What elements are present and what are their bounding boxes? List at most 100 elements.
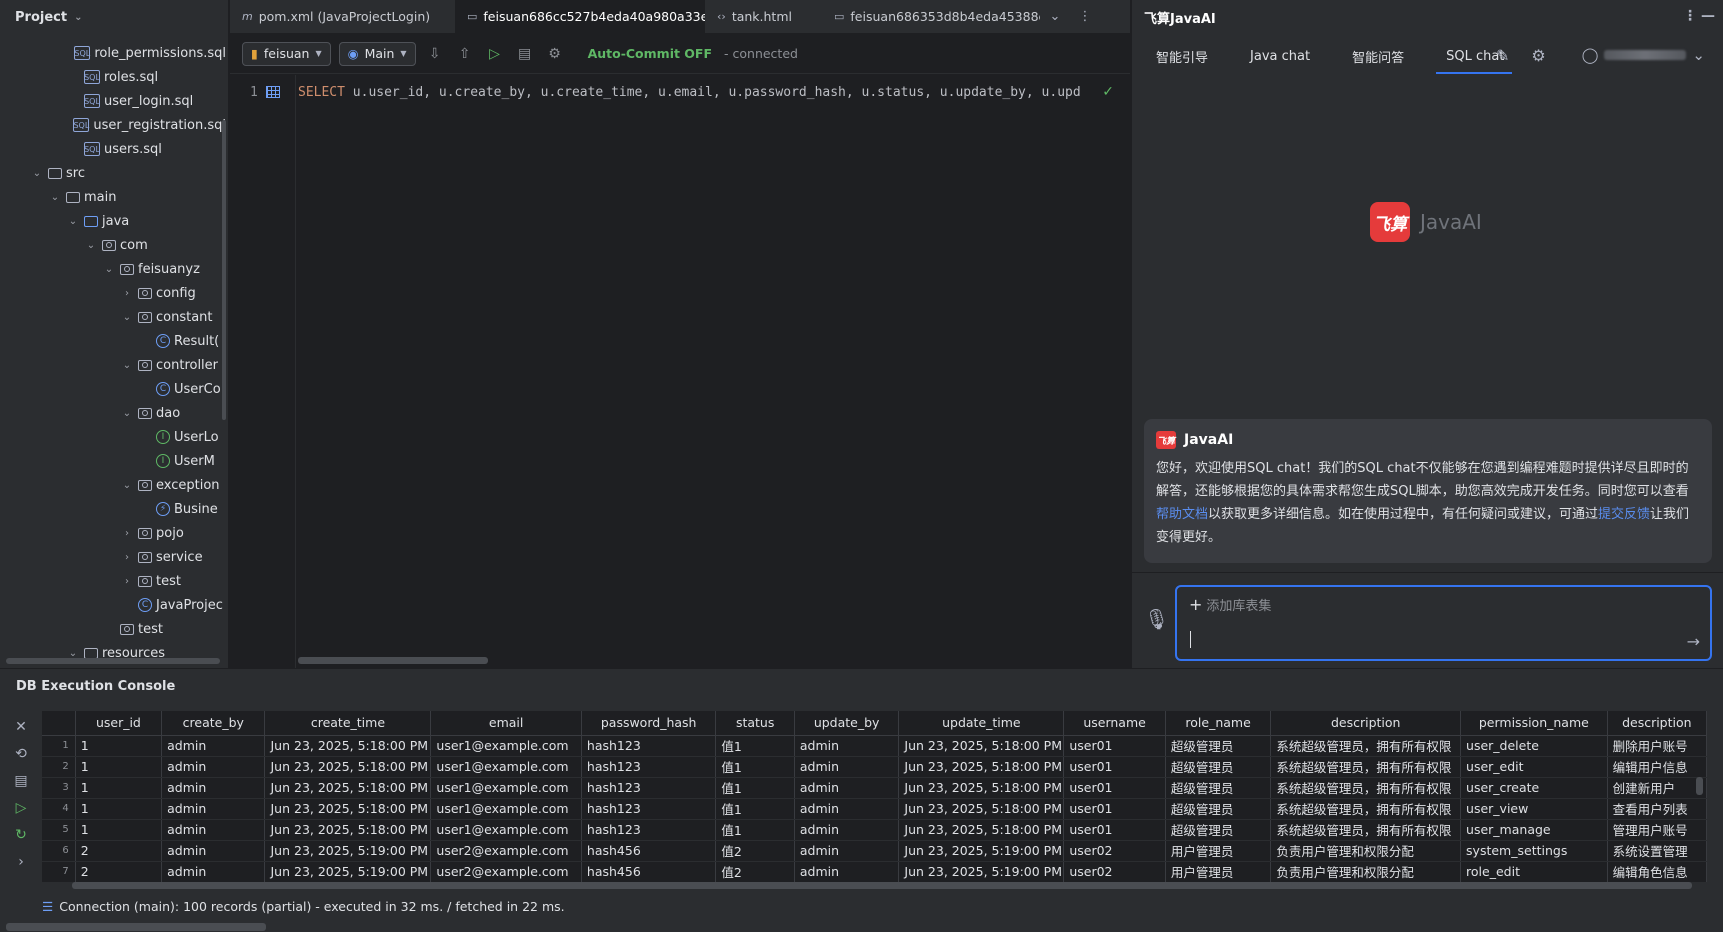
column-header[interactable]: status [715, 711, 795, 736]
table-cell[interactable]: user_view [1460, 798, 1608, 820]
table-cell[interactable]: admin [794, 777, 900, 799]
datasource-select[interactable]: ▮ feisuan ▼ [242, 41, 331, 66]
table-cell[interactable]: user01 [1063, 735, 1166, 757]
console-horizontal-scrollbar[interactable] [6, 923, 266, 931]
table-row[interactable]: 2 1 admin Jun 23, 2025, 5:18:00 PM user1@exa… [42, 756, 1707, 778]
table-cell[interactable]: 1 [75, 756, 163, 778]
table-cell[interactable]: 用户管理员 [1165, 840, 1272, 862]
table-cell[interactable]: 值1 [715, 756, 795, 778]
column-header[interactable]: username [1063, 711, 1166, 736]
minimize-icon[interactable]: — [1701, 8, 1715, 24]
tree-item[interactable]: ⌄ controller [0, 353, 226, 377]
session-select[interactable]: ◉ Main ▼ [338, 41, 416, 66]
table-cell[interactable]: 2 [75, 840, 163, 862]
chevron-down-icon[interactable]: ⌄ [48, 192, 62, 203]
table-cell[interactable]: 系统超级管理员，拥有所有权限 [1270, 777, 1462, 799]
chevron-right-icon[interactable]: › [120, 528, 134, 539]
table-cell[interactable]: hash456 [581, 861, 717, 883]
table-cell[interactable]: 1 [75, 777, 163, 799]
table-cell[interactable]: 删除用户账号 [1607, 735, 1707, 757]
gear-icon[interactable]: ⚙ [1531, 46, 1545, 65]
table-cell[interactable]: user_create [1460, 777, 1608, 799]
table-cell[interactable]: 负责用户管理和权限分配 [1270, 861, 1462, 883]
table-row[interactable]: 5 1 admin Jun 23, 2025, 5:18:00 PM user1@exa… [42, 819, 1707, 841]
chevron-down-icon[interactable]: ⌄ [120, 408, 134, 419]
table-cell[interactable]: 用户管理员 [1165, 861, 1272, 883]
table-cell[interactable]: 编辑角色信息 [1607, 861, 1707, 883]
chevron-right-icon[interactable]: › [120, 552, 134, 563]
tree-item[interactable]: ⌄ src [0, 161, 226, 185]
tree-item[interactable]: ⌄ exception [0, 473, 226, 497]
code-editor[interactable]: 1 SELECT u.user_id, u.create_by, u.creat… [230, 75, 1130, 668]
table-cell[interactable]: user1@example.com [430, 735, 582, 757]
tab-pom-xml[interactable]: m pom.xml (JavaProjectLogin) [230, 0, 455, 34]
table-cell[interactable]: user2@example.com [430, 861, 582, 883]
table-row[interactable]: 1 1 admin Jun 23, 2025, 5:18:00 PM user1@exa… [42, 735, 1707, 757]
table-cell[interactable]: admin [794, 735, 900, 757]
chevron-down-icon[interactable]: ⌄ [66, 648, 80, 659]
run-icon[interactable]: ▷ [484, 43, 506, 65]
table-cell[interactable]: admin [794, 798, 900, 820]
table-cell[interactable]: Jun 23, 2025, 5:18:00 PM [898, 798, 1065, 820]
table-cell[interactable]: user_manage [1460, 819, 1608, 841]
table-cell[interactable]: hash123 [581, 735, 717, 757]
table-cell[interactable]: user1@example.com [430, 798, 582, 820]
chevron-right-icon[interactable]: › [120, 288, 134, 299]
table-cell[interactable]: user2@example.com [430, 840, 582, 862]
project-vertical-scrollbar[interactable] [222, 120, 226, 420]
refresh-query-icon[interactable]: ⟲ [15, 746, 27, 762]
tab-console-2[interactable]: ▭ feisuan686353d8b4eda45388e [822, 0, 1040, 34]
table-cell[interactable]: admin [794, 861, 900, 883]
autocommit-status[interactable]: Auto-Commit OFF [588, 46, 712, 61]
editor-horizontal-scrollbar[interactable] [298, 657, 488, 664]
table-cell[interactable]: hash123 [581, 798, 717, 820]
table-cell[interactable]: Jun 23, 2025, 5:18:00 PM [264, 819, 432, 841]
tab-console-active[interactable]: ▭ feisuan686cc527b4eda40a980a33e2 ✕ [455, 0, 705, 34]
table-cell[interactable]: user01 [1063, 819, 1166, 841]
tab-smart-qa[interactable]: 智能问答 [1330, 34, 1424, 78]
run-icon[interactable]: ▷ [16, 800, 27, 816]
table-cell[interactable]: admin [794, 756, 900, 778]
table-row[interactable]: 7 2 admin Jun 23, 2025, 5:19:00 PM user2@exa… [42, 861, 1707, 883]
column-header[interactable]: description [1270, 711, 1462, 736]
table-cell[interactable]: 超级管理员 [1165, 798, 1272, 820]
layout-icon[interactable]: ▤ [14, 773, 27, 789]
feedback-link[interactable]: 提交反馈 [1598, 507, 1650, 522]
settings-icon[interactable]: ⚙ [544, 43, 566, 65]
tree-item[interactable]: ⚡ Busine [0, 497, 226, 521]
table-grid-icon[interactable] [266, 86, 280, 98]
more-vertical-icon[interactable]: ⋮ [1683, 8, 1697, 24]
table-cell[interactable]: hash123 [581, 756, 717, 778]
sql-code-line[interactable]: SELECT u.user_id, u.create_by, u.create_… [298, 85, 1116, 100]
tree-item[interactable]: ⌄ main [0, 185, 226, 209]
table-cell[interactable]: 系统超级管理员，拥有所有权限 [1270, 798, 1462, 820]
table-cell[interactable]: 系统超级管理员，拥有所有权限 [1270, 756, 1462, 778]
table-cell[interactable]: role_edit [1460, 861, 1608, 883]
table-cell[interactable]: user01 [1063, 798, 1166, 820]
table-cell[interactable]: admin [161, 819, 266, 841]
more-vertical-icon[interactable]: ⋮ [1070, 9, 1100, 24]
table-cell[interactable]: admin [161, 840, 266, 862]
table-cell[interactable]: Jun 23, 2025, 5:19:00 PM [264, 840, 432, 862]
table-cell[interactable]: admin [161, 798, 266, 820]
chevron-down-icon[interactable]: ⌄ [120, 312, 134, 323]
add-table-set-button[interactable]: + 添加库表集 [1189, 595, 1271, 614]
table-cell[interactable]: Jun 23, 2025, 5:18:00 PM [264, 777, 432, 799]
table-cell[interactable]: 系统设置管理 [1607, 840, 1707, 862]
table-cell[interactable]: 创建新用户 [1607, 777, 1707, 799]
tab-list-chevron-icon[interactable]: ⌄ [1040, 9, 1070, 24]
table-cell[interactable]: Jun 23, 2025, 5:19:00 PM [898, 861, 1065, 883]
table-cell[interactable]: 编辑用户信息 [1607, 756, 1707, 778]
chevron-down-icon[interactable]: ⌄ [84, 240, 98, 251]
tree-item[interactable]: ⌄ com [0, 233, 226, 257]
tree-item[interactable]: C UserCo [0, 377, 226, 401]
table-cell[interactable]: user01 [1063, 756, 1166, 778]
table-cell[interactable]: user1@example.com [430, 756, 582, 778]
table-horizontal-scrollbar[interactable] [72, 882, 1692, 889]
table-row[interactable]: 6 2 admin Jun 23, 2025, 5:19:00 PM user2@exa… [42, 840, 1707, 862]
chat-input[interactable]: + 添加库表集 → [1175, 585, 1712, 661]
tree-item[interactable]: C JavaProjec [0, 593, 226, 617]
chevron-down-icon[interactable]: ⌄ [102, 264, 116, 275]
table-cell[interactable]: 系统超级管理员，拥有所有权限 [1270, 735, 1462, 757]
table-row[interactable]: 4 1 admin Jun 23, 2025, 5:18:00 PM user1@exa… [42, 798, 1707, 820]
